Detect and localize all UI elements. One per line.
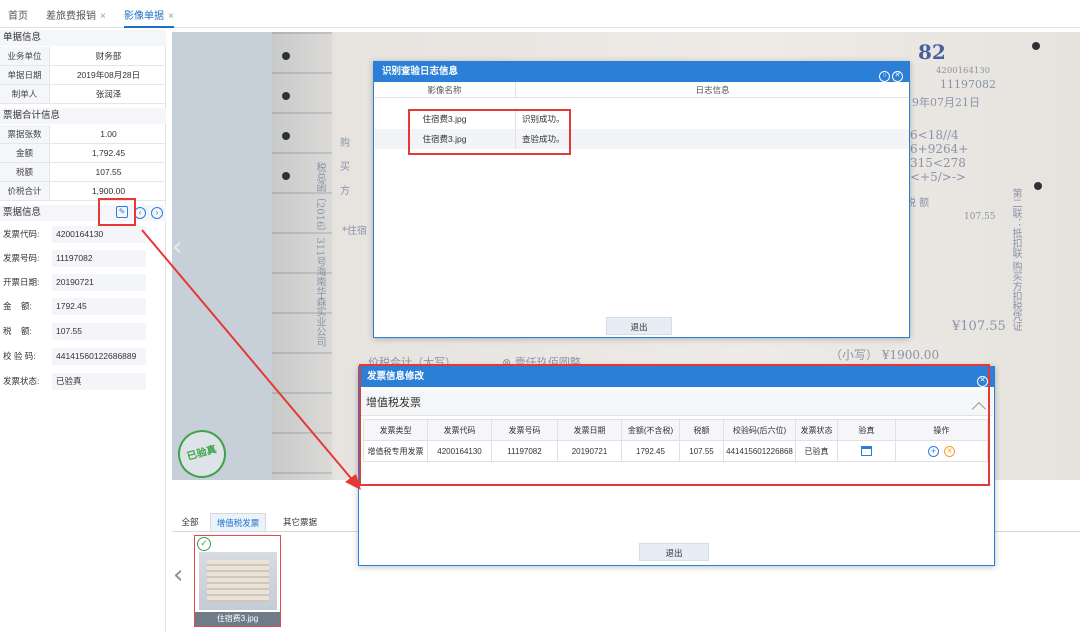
arrow-line (141, 229, 356, 484)
annotation-arrow (141, 229, 361, 490)
arrow-head (345, 474, 361, 490)
